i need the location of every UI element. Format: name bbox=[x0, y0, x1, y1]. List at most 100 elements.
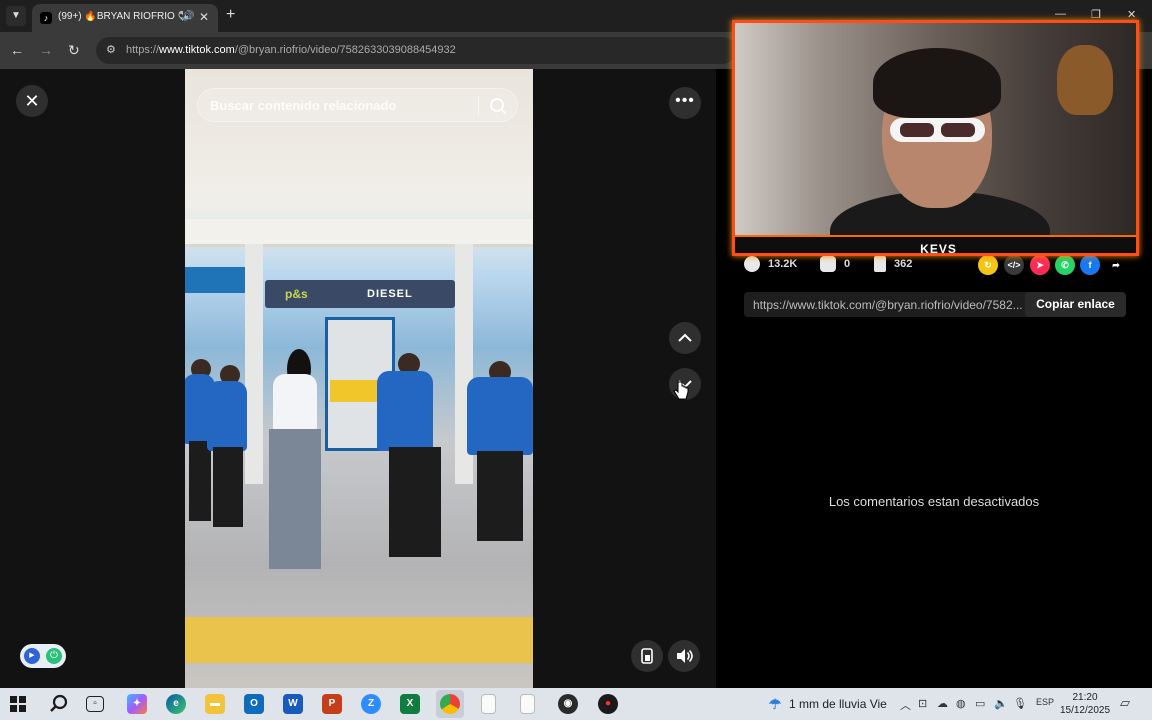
pillar bbox=[245, 244, 263, 484]
minimize-button[interactable]: — bbox=[1055, 8, 1066, 20]
picture-in-picture-icon bbox=[641, 648, 653, 664]
forward-icon[interactable]: → bbox=[39, 42, 53, 58]
related-search-input[interactable]: Buscar contenido relacionado bbox=[197, 88, 518, 122]
comment-count: 0 bbox=[844, 257, 851, 270]
chrome-icon[interactable] bbox=[440, 694, 460, 714]
floor-stripe bbox=[185, 617, 533, 663]
streamer-name: KEVS bbox=[920, 242, 957, 256]
tiktok-favicon-icon: ♪ bbox=[40, 12, 52, 24]
save-stat[interactable]: 362 bbox=[874, 256, 912, 276]
system-clock[interactable]: 21:20 15/12/2025 bbox=[1058, 691, 1112, 717]
tab-search-chevron-icon[interactable]: ▼ bbox=[6, 6, 26, 26]
windows-start-icon[interactable] bbox=[10, 696, 26, 712]
speaker-icon[interactable]: 🔈 bbox=[994, 697, 1008, 710]
video-frame[interactable]: p&s DIESEL bbox=[185, 69, 533, 688]
microphone-icon[interactable]: 🎙 bbox=[1013, 697, 1027, 710]
new-tab-button[interactable]: + bbox=[226, 7, 235, 23]
task-view-icon[interactable]: ▫ bbox=[86, 696, 104, 712]
previous-video-button[interactable] bbox=[669, 322, 701, 354]
obs-icon[interactable]: ◉ bbox=[558, 694, 578, 714]
share-arrow-icon[interactable]: ➦ bbox=[1106, 255, 1126, 275]
send-icon[interactable]: ➤ bbox=[1030, 255, 1050, 275]
excel-icon[interactable]: X bbox=[400, 694, 420, 714]
word-icon[interactable]: W bbox=[283, 694, 303, 714]
chevron-up-icon bbox=[678, 333, 692, 342]
url-text[interactable]: https://www.tiktok.com/@bryan.riofrio/vi… bbox=[126, 44, 456, 56]
edge-icon[interactable]: e bbox=[166, 694, 186, 714]
sign-brand: p&s bbox=[285, 287, 308, 301]
streamer-glasses bbox=[890, 118, 985, 142]
tray-app-icon[interactable]: ⊡ bbox=[918, 697, 927, 710]
floating-player-button[interactable] bbox=[631, 640, 663, 672]
clock-time: 21:20 bbox=[1072, 692, 1098, 703]
windows-taskbar: ▫ ✦ e ▬ O W P Z X ◉ ● ☂ 1 mm de lluvia V… bbox=[0, 688, 1152, 720]
volume-icon bbox=[677, 649, 693, 663]
search-placeholder: Buscar contenido relacionado bbox=[210, 98, 397, 113]
embed-icon[interactable]: </> bbox=[1004, 255, 1024, 275]
side-sign bbox=[185, 267, 247, 293]
copilot-icon[interactable]: ✦ bbox=[127, 694, 147, 714]
site-info-icon[interactable]: ⚙ bbox=[106, 43, 116, 56]
repost-icon[interactable]: ↻ bbox=[978, 255, 998, 275]
search-divider bbox=[478, 96, 479, 116]
video-link-text[interactable]: https://www.tiktok.com/@bryan.riofrio/vi… bbox=[753, 298, 1023, 312]
save-count: 362 bbox=[894, 257, 913, 270]
webcam-overlay: KEVS bbox=[732, 20, 1139, 256]
notifications-icon[interactable]: ▱ bbox=[1120, 695, 1130, 711]
outlook-icon[interactable]: O bbox=[244, 694, 264, 714]
weather-text[interactable]: 1 mm de lluvia Vie bbox=[789, 697, 887, 711]
document-icon[interactable] bbox=[520, 694, 535, 714]
tab-audio-icon[interactable]: 🔊 bbox=[182, 11, 194, 22]
woman-legs bbox=[269, 429, 321, 569]
sign-diesel: DIESEL bbox=[367, 288, 413, 300]
like-stat[interactable]: 13.2K bbox=[744, 256, 797, 276]
close-video-button[interactable]: ✕ bbox=[16, 85, 48, 117]
extension-logo-icon: ▶ bbox=[24, 648, 40, 664]
power-icon[interactable]: ⏻ bbox=[46, 648, 62, 664]
zoom-icon[interactable]: Z bbox=[361, 694, 381, 714]
comments-disabled-message: Los comentarios estan desactivados bbox=[828, 494, 1040, 509]
tray-overflow-icon[interactable]: ︿ bbox=[900, 697, 911, 713]
file-explorer-icon[interactable]: ▬ bbox=[205, 694, 225, 714]
omnibox[interactable]: ⚙ https://www.tiktok.com/@bryan.riofrio/… bbox=[96, 37, 736, 64]
whatsapp-icon[interactable]: ✆ bbox=[1055, 255, 1075, 275]
notepad-icon[interactable] bbox=[481, 694, 496, 714]
hand-cursor-icon bbox=[673, 381, 689, 400]
back-icon[interactable]: ← bbox=[10, 42, 24, 58]
comment-stat[interactable]: 0 bbox=[820, 256, 850, 276]
rain-weather-icon[interactable]: ☂ bbox=[765, 694, 785, 714]
like-count: 13.2K bbox=[768, 257, 798, 270]
webcam-name-bar: KEVS bbox=[735, 235, 1136, 256]
search-taskbar-icon[interactable] bbox=[49, 694, 69, 714]
link-bar: https://www.tiktok.com/@bryan.riofrio/vi… bbox=[744, 292, 1126, 317]
station-sign: p&s DIESEL bbox=[265, 280, 455, 308]
glasses-lens bbox=[900, 123, 934, 137]
browser-tab[interactable]: ♪ (99+) 🔥BRYAN RIOFRIO 👽 🔊 ✕ bbox=[32, 4, 218, 32]
tab-close-icon[interactable]: ✕ bbox=[199, 10, 209, 24]
clock-date: 15/12/2025 bbox=[1059, 705, 1111, 716]
person bbox=[467, 377, 533, 455]
reload-icon[interactable]: ↻ bbox=[68, 42, 80, 58]
person-legs bbox=[477, 451, 523, 541]
input-language[interactable]: ESP bbox=[1036, 697, 1054, 707]
comment-icon bbox=[820, 256, 836, 272]
extension-toggle[interactable]: ▶ ⏻ bbox=[20, 644, 66, 668]
more-options-button[interactable]: ••• bbox=[669, 87, 701, 119]
woman-top bbox=[273, 374, 317, 432]
powerpoint-icon[interactable]: P bbox=[322, 694, 342, 714]
tray-cloud-icon[interactable]: ☁ bbox=[937, 697, 948, 710]
helmet-decoration bbox=[1057, 45, 1113, 115]
facebook-icon[interactable]: f bbox=[1080, 255, 1100, 275]
copy-link-button[interactable]: Copiar enlace bbox=[1025, 292, 1126, 317]
search-icon[interactable] bbox=[487, 95, 509, 117]
volume-button[interactable] bbox=[668, 640, 700, 672]
tray-security-icon[interactable]: ◍ bbox=[956, 697, 966, 710]
heart-icon bbox=[744, 256, 760, 272]
person bbox=[377, 371, 433, 451]
recorder-icon[interactable]: ● bbox=[598, 694, 618, 714]
person-legs bbox=[189, 441, 211, 521]
network-icon[interactable]: ▭ bbox=[975, 697, 985, 710]
tab-title: (99+) 🔥BRYAN RIOFRIO 👽 bbox=[58, 11, 183, 22]
bookmark-icon bbox=[874, 256, 886, 272]
person-legs bbox=[389, 447, 441, 557]
